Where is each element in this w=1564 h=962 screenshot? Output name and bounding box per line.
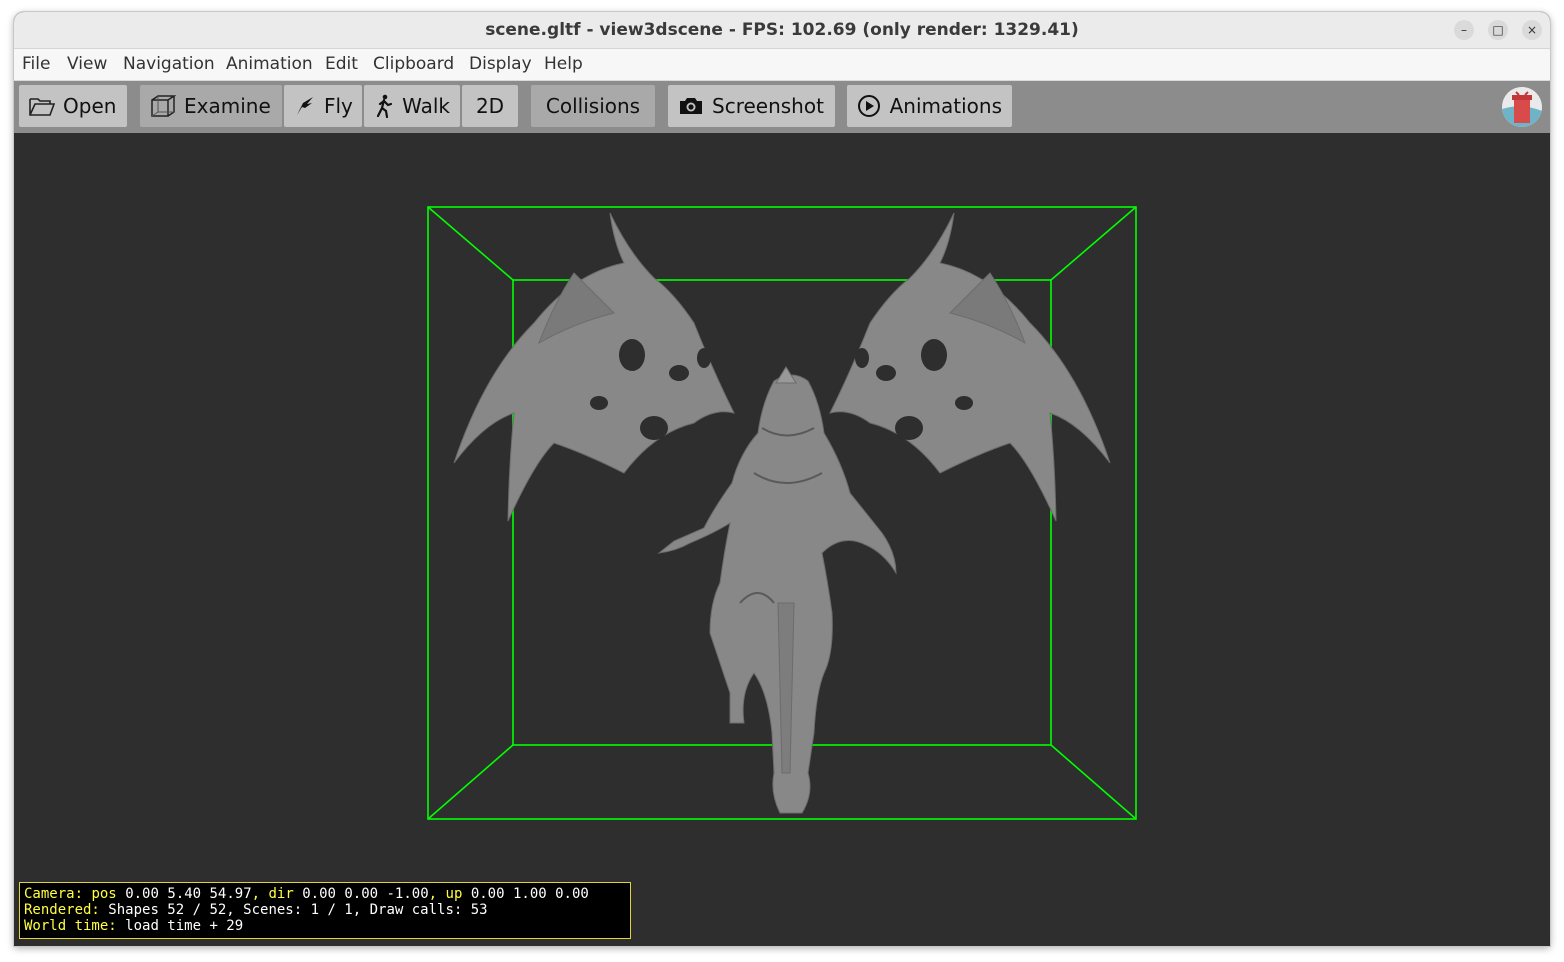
rendered-label: Rendered: [24, 902, 100, 918]
camera-icon [678, 93, 704, 119]
app-window: scene.gltf - view3dscene - FPS: 102.69 (… [14, 12, 1550, 946]
window-title: scene.gltf - view3dscene - FPS: 102.69 (… [485, 20, 1079, 40]
toolbar: Open Examine Fly Walk 2D Collisions Scre… [14, 81, 1550, 133]
fly-button[interactable]: Fly [284, 85, 362, 127]
camera-info-panel: Camera: pos 0.00 5.40 54.97, dir 0.00 0.… [19, 882, 631, 939]
walk-icon [374, 93, 394, 119]
animations-label: Animations [889, 94, 1002, 118]
dir-value: 0.00 0.00 -1.00 [302, 886, 429, 902]
title-bar[interactable]: scene.gltf - view3dscene - FPS: 102.69 (… [14, 12, 1550, 49]
pos-value: 0.00 5.40 54.97 [125, 886, 252, 902]
open-label: Open [63, 94, 117, 118]
maximize-button[interactable]: □ [1488, 20, 1508, 40]
up-label: up [445, 886, 463, 902]
bird-icon [294, 93, 316, 119]
camera-label: Camera: [24, 886, 84, 902]
3d-viewport[interactable]: Camera: pos 0.00 5.40 54.97, dir 0.00 0.… [14, 133, 1550, 946]
close-icon: × [1526, 23, 1538, 37]
screenshot-button[interactable]: Screenshot [668, 85, 835, 127]
open-button[interactable]: Open [19, 85, 127, 127]
walk-button[interactable]: Walk [364, 85, 460, 127]
play-icon [857, 93, 882, 119]
walk-label: Walk [402, 94, 450, 118]
menu-animation[interactable]: Animation [226, 54, 313, 74]
2d-button[interactable]: 2D [462, 85, 518, 127]
screenshot-label: Screenshot [712, 94, 824, 118]
minimize-button[interactable]: – [1454, 20, 1474, 40]
pos-label: pos [91, 886, 117, 902]
world-time-label: World time: [24, 918, 117, 934]
animations-button[interactable]: Animations [847, 85, 1012, 127]
menu-help[interactable]: Help [544, 54, 583, 74]
minimize-icon: – [1461, 23, 1467, 37]
maximize-icon: □ [1492, 23, 1504, 37]
menu-bar: File View Navigation Animation Edit Clip… [14, 49, 1550, 81]
2d-label: 2D [475, 94, 505, 118]
menu-display[interactable]: Display [469, 54, 532, 74]
collisions-button[interactable]: Collisions [531, 85, 655, 127]
menu-clipboard[interactable]: Clipboard [373, 54, 454, 74]
up-value: 0.00 1.00 0.00 [470, 886, 589, 902]
dir-label: dir [268, 886, 294, 902]
app-logo-icon [1502, 87, 1542, 127]
collisions-label: Collisions [545, 94, 641, 118]
cube-icon [150, 93, 176, 119]
rendered-value: Shapes 52 / 52, Scenes: 1 / 1, Draw call… [108, 902, 488, 918]
menu-navigation[interactable]: Navigation [123, 54, 215, 74]
menu-edit[interactable]: Edit [325, 54, 358, 74]
world-time-value: load time + 29 [125, 918, 244, 934]
examine-label: Examine [184, 94, 271, 118]
close-button[interactable]: × [1522, 20, 1542, 40]
menu-view[interactable]: View [67, 54, 107, 74]
fly-label: Fly [324, 94, 353, 118]
folder-icon [29, 93, 55, 119]
menu-file[interactable]: File [22, 54, 50, 74]
scene-canvas [427, 206, 1137, 820]
dragon-model [453, 212, 1111, 814]
examine-button[interactable]: Examine [140, 85, 282, 127]
